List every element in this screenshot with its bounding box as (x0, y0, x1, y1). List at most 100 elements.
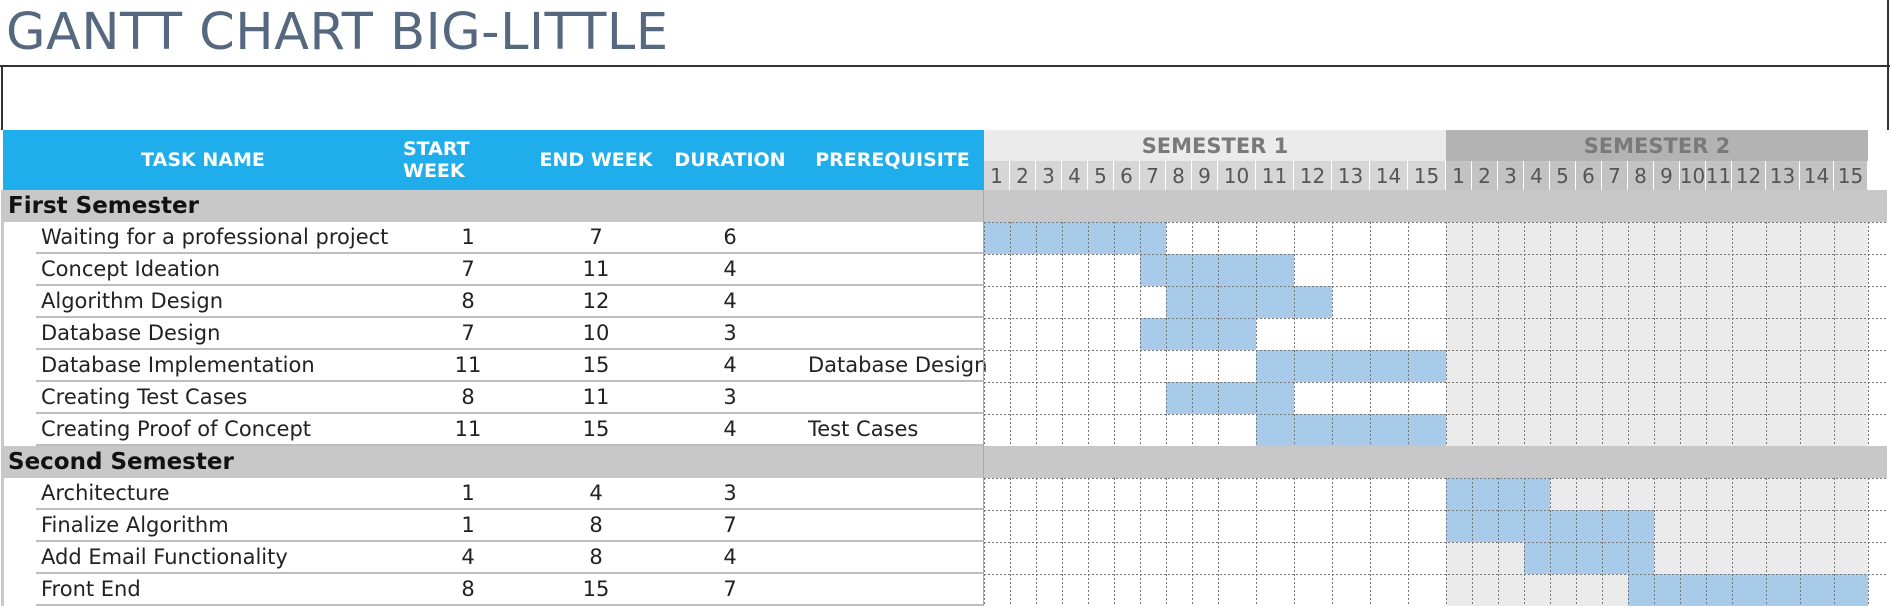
header-prerequisite[interactable]: PREREQUISITE (801, 130, 984, 190)
week-header-s2-w5: 5 (1550, 161, 1576, 190)
header-duration[interactable]: DURATION (659, 130, 801, 190)
right-edge-border (1887, 0, 1889, 130)
task-name-cell[interactable]: Database Implementation (41, 350, 401, 380)
week-header-s1-w10: 10 (1218, 161, 1256, 190)
task-name-cell[interactable]: Creating Test Cases (41, 382, 401, 412)
gantt-bar[interactable] (1256, 414, 1446, 446)
task-name-cell[interactable]: Concept Ideation (41, 254, 401, 284)
week-header-s2-w9: 9 (1654, 161, 1680, 190)
duration-cell[interactable]: 4 (659, 350, 801, 380)
task-name-cell[interactable]: Creating Proof of Concept (41, 414, 401, 444)
start-week-cell[interactable]: 7 (403, 318, 533, 348)
prerequisite-cell[interactable] (808, 382, 984, 412)
gantt-bar[interactable] (1166, 382, 1294, 414)
task-row[interactable]: Creating Test Cases 8 11 3 (0, 382, 984, 414)
start-week-cell[interactable]: 8 (403, 574, 533, 604)
task-name-cell[interactable]: Architecture (41, 478, 401, 508)
duration-cell[interactable]: 3 (659, 478, 801, 508)
header-end-week[interactable]: END WEEK (533, 130, 659, 190)
gantt-grid (984, 190, 1887, 606)
prerequisite-cell[interactable] (808, 254, 984, 284)
prerequisite-cell[interactable] (808, 318, 984, 348)
task-row[interactable]: Finalize Algorithm 1 8 7 (0, 510, 984, 542)
task-name-cell[interactable]: Front End (41, 574, 401, 604)
week-header-s1-w9: 9 (1192, 161, 1218, 190)
task-name-cell[interactable]: Waiting for a professional project (41, 222, 401, 252)
header-task-name[interactable]: TASK NAME (3, 130, 403, 190)
header-start-week[interactable]: START WEEK (403, 130, 533, 190)
prerequisite-cell[interactable] (808, 478, 984, 508)
end-week-cell[interactable]: 11 (533, 254, 659, 284)
end-week-cell[interactable]: 11 (533, 382, 659, 412)
duration-cell[interactable]: 3 (659, 382, 801, 412)
group-band-2 (984, 446, 1887, 478)
task-row[interactable]: Database Implementation 11 15 4 Database Des… (0, 350, 987, 382)
duration-cell[interactable]: 7 (659, 510, 801, 540)
end-week-cell[interactable]: 15 (533, 350, 659, 380)
task-name-cell[interactable]: Database Design (41, 318, 401, 348)
week-header-s1-w13: 13 (1332, 161, 1370, 190)
end-week-cell[interactable]: 8 (533, 542, 659, 572)
page-title: GANTT CHART BIG-LITTLE (6, 3, 669, 62)
duration-cell[interactable]: 4 (659, 254, 801, 284)
task-row[interactable]: Algorithm Design 8 12 4 (0, 286, 984, 318)
end-week-cell[interactable]: 15 (533, 574, 659, 604)
start-week-cell[interactable]: 1 (403, 222, 533, 252)
prerequisite-cell[interactable]: Test Cases (808, 414, 984, 444)
duration-cell[interactable]: 4 (659, 286, 801, 316)
task-name-cell[interactable]: Finalize Algorithm (41, 510, 401, 540)
start-week-cell[interactable]: 4 (403, 542, 533, 572)
gantt-bar[interactable] (1140, 318, 1256, 350)
week-header-s2-w1: 1 (1446, 161, 1472, 190)
week-header-s2-w12: 12 (1732, 161, 1766, 190)
week-header-s1-w3: 3 (1036, 161, 1062, 190)
task-name-cell[interactable]: Add Email Functionality (41, 542, 401, 572)
gantt-bar[interactable] (1524, 542, 1654, 574)
start-week-cell[interactable]: 8 (403, 286, 533, 316)
duration-cell[interactable]: 7 (659, 574, 801, 604)
task-row[interactable]: Database Design 7 10 3 (0, 318, 984, 350)
task-name-cell[interactable]: Algorithm Design (41, 286, 401, 316)
duration-cell[interactable]: 6 (659, 222, 801, 252)
gantt-bar[interactable] (1628, 574, 1868, 606)
start-week-cell[interactable]: 1 (403, 510, 533, 540)
prerequisite-cell[interactable] (808, 542, 984, 572)
gantt-bar[interactable] (1166, 286, 1332, 318)
task-row[interactable]: Waiting for a professional project 1 7 6 (0, 222, 984, 254)
gantt-bar[interactable] (984, 222, 1166, 254)
prerequisite-cell[interactable] (808, 574, 984, 604)
gantt-bar[interactable] (1140, 254, 1294, 286)
week-header-s1-w12: 12 (1294, 161, 1332, 190)
task-row[interactable]: Concept Ideation 7 11 4 (0, 254, 984, 286)
start-week-cell[interactable]: 8 (403, 382, 533, 412)
week-header-s1-w6: 6 (1114, 161, 1140, 190)
start-week-cell[interactable]: 7 (403, 254, 533, 284)
task-row[interactable]: Front End 8 15 7 (0, 574, 984, 606)
task-row[interactable]: Add Email Functionality 4 8 4 (0, 542, 984, 574)
end-week-cell[interactable]: 12 (533, 286, 659, 316)
end-week-cell[interactable]: 10 (533, 318, 659, 348)
week-header-s2-w7: 7 (1602, 161, 1628, 190)
prerequisite-cell[interactable] (808, 510, 984, 540)
task-row[interactable]: Architecture 1 4 3 (0, 478, 984, 510)
prerequisite-cell[interactable] (808, 222, 984, 252)
week-header-s1-w2: 2 (1010, 161, 1036, 190)
duration-cell[interactable]: 3 (659, 318, 801, 348)
week-header-s2-w13: 13 (1766, 161, 1800, 190)
start-week-cell[interactable]: 11 (403, 414, 533, 444)
prerequisite-cell[interactable] (808, 286, 984, 316)
week-header-s2-w8: 8 (1628, 161, 1654, 190)
end-week-cell[interactable]: 15 (533, 414, 659, 444)
task-row[interactable]: Creating Proof of Concept 11 15 4 Test Cases (0, 414, 984, 446)
end-week-cell[interactable]: 7 (533, 222, 659, 252)
semester-header-2: SEMESTER 2 (1446, 130, 1868, 161)
start-week-cell[interactable]: 11 (403, 350, 533, 380)
duration-cell[interactable]: 4 (659, 414, 801, 444)
gantt-bar[interactable] (1256, 350, 1446, 382)
start-week-cell[interactable]: 1 (403, 478, 533, 508)
duration-cell[interactable]: 4 (659, 542, 801, 572)
week-header-s2-w11: 11 (1706, 161, 1732, 190)
end-week-cell[interactable]: 4 (533, 478, 659, 508)
end-week-cell[interactable]: 8 (533, 510, 659, 540)
prerequisite-cell[interactable]: Database Design (808, 350, 987, 380)
